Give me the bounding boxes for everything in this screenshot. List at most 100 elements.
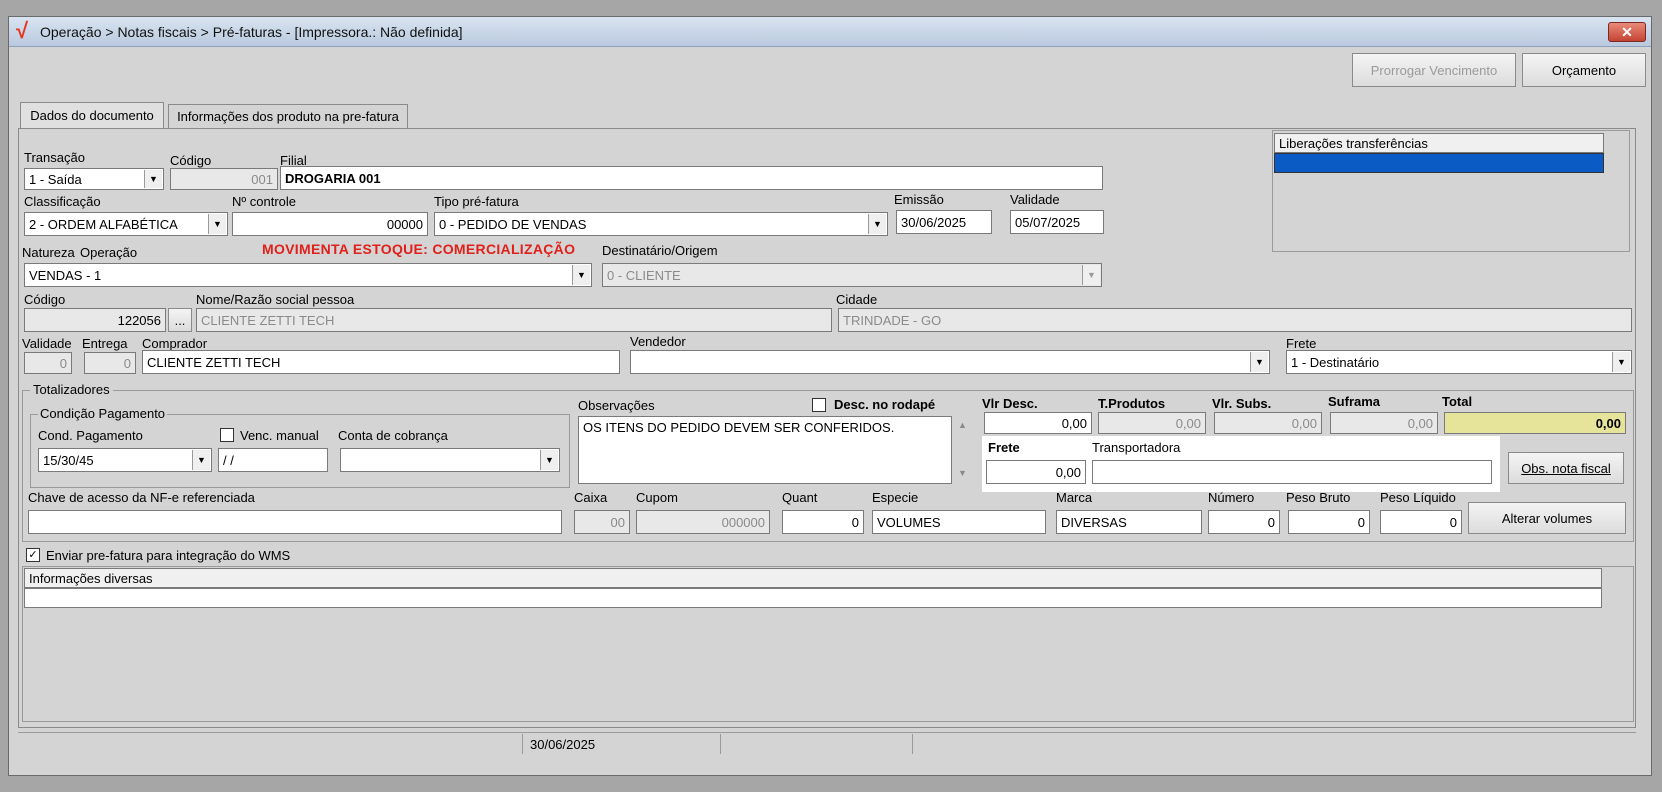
validade2-field[interactable]: 0	[24, 352, 72, 374]
chevron-down-icon: ▼	[868, 214, 886, 234]
liberacoes-header: Liberações transferências	[1274, 133, 1604, 153]
chevron-down-icon: ▼	[1250, 352, 1268, 372]
validade-field[interactable]: 05/07/2025	[1010, 210, 1104, 234]
status-divider-2	[912, 734, 913, 754]
comprador-label: Comprador	[142, 336, 208, 351]
chevron-down-icon: ▼	[1612, 352, 1630, 372]
transacao-select[interactable]: 1 - Saída ▼	[24, 168, 164, 190]
quant-field[interactable]: 0	[782, 510, 864, 534]
nome-field[interactable]: CLIENTE ZETTI TECH	[196, 308, 832, 332]
emissao-label: Emissão	[894, 192, 944, 207]
observacoes-textarea[interactable]: OS ITENS DO PEDIDO DEVEM SER CONFERIDOS.	[578, 416, 952, 484]
chave-acesso-field[interactable]	[28, 510, 562, 534]
vlr-desc-field[interactable]: 0,00	[984, 412, 1092, 434]
desc-rodape-label: Desc. no rodapé	[834, 397, 936, 412]
frete-tipo-select[interactable]: 1 - Destinatário ▼	[1286, 350, 1632, 374]
filial-field[interactable]: DROGARIA 001	[280, 166, 1103, 190]
especie-label: Especie	[872, 490, 919, 505]
scroll-up-icon[interactable]: ▲	[958, 420, 967, 430]
scroll-down-icon[interactable]: ▼	[958, 468, 967, 478]
cidade-field[interactable]: TRINDADE - GO	[838, 308, 1632, 332]
cond-pagamento-value: 15/30/45	[43, 452, 94, 468]
condicao-pagamento-title: Condição Pagamento	[38, 406, 168, 421]
peso-liquido-label: Peso Líquido	[1380, 490, 1456, 505]
transacao-value: 1 - Saída	[29, 171, 82, 187]
entrega-field[interactable]: 0	[84, 352, 136, 374]
frete-field[interactable]: 0,00	[986, 460, 1086, 484]
total-field[interactable]: 0,00	[1444, 412, 1626, 434]
caixa-label: Caixa	[574, 490, 608, 505]
transportadora-label: Transportadora	[1092, 440, 1181, 455]
chevron-down-icon: ▼	[208, 214, 226, 234]
n-controle-field[interactable]: 00000	[232, 212, 428, 236]
status-bar	[18, 732, 1636, 756]
frete-tipo-label: Frete	[1286, 336, 1317, 351]
tab-dados-documento[interactable]: Dados do documento	[20, 102, 164, 128]
liberacoes-selected-row[interactable]	[1274, 153, 1604, 173]
cupom-field[interactable]: 000000	[636, 510, 770, 534]
venc-manual-field[interactable]: / /	[218, 448, 328, 472]
prorrogar-vencimento-button[interactable]: Prorrogar Vencimento	[1352, 53, 1516, 87]
vlr-subs-label: Vlr. Subs.	[1212, 396, 1272, 411]
movimenta-estoque-text: MOVIMENTA ESTOQUE: COMERCIALIZAÇÃO	[262, 241, 576, 257]
wms-checkbox[interactable]: ✓	[26, 548, 40, 562]
operacao-label: Operação	[80, 245, 138, 260]
venc-manual-checkbox[interactable]	[220, 428, 234, 442]
conta-cobranca-label: Conta de cobrança	[338, 428, 448, 443]
window-title: Operação > Notas fiscais > Pré-faturas -…	[40, 24, 463, 40]
close-button[interactable]: ✕	[1608, 22, 1646, 42]
chevron-down-icon: ▼	[1082, 265, 1100, 285]
conta-cobranca-select[interactable]: ▼	[340, 448, 560, 472]
cidade-label: Cidade	[836, 292, 878, 307]
transportadora-field[interactable]	[1092, 460, 1492, 484]
classificacao-select[interactable]: 2 - ORDEM ALFABÉTICA ▼	[24, 212, 228, 236]
numero-field[interactable]: 0	[1208, 510, 1280, 534]
tab-informacoes-produtos[interactable]: Informações dos produto na pre-fatura	[168, 104, 408, 128]
tipo-prefatura-select[interactable]: 0 - PEDIDO DE VENDAS ▼	[434, 212, 888, 236]
vendedor-select[interactable]: ▼	[630, 350, 1270, 374]
chevron-down-icon: ▼	[144, 170, 162, 188]
pessoa-lookup-button[interactable]: ...	[168, 308, 192, 332]
marca-field[interactable]: DIVERSAS	[1056, 510, 1202, 534]
observacoes-label: Observações	[578, 398, 655, 413]
peso-liquido-field[interactable]: 0	[1380, 510, 1462, 534]
validade2-label: Validade	[22, 336, 72, 351]
natureza-label: Natureza	[22, 245, 75, 260]
destinatario-value: 0 - CLIENTE	[607, 267, 681, 283]
wms-label: Enviar pre-fatura para integração do WMS	[46, 548, 291, 563]
status-date: 30/06/2025	[530, 737, 596, 752]
vlr-subs-field[interactable]: 0,00	[1214, 412, 1322, 434]
transacao-label: Transação	[24, 150, 85, 165]
alterar-volumes-button[interactable]: Alterar volumes	[1468, 502, 1626, 534]
chevron-down-icon: ▼	[572, 265, 590, 285]
suframa-label: Suframa	[1328, 394, 1381, 409]
app-logo-icon: √	[16, 18, 29, 43]
nome-label: Nome/Razão social pessoa	[196, 292, 355, 307]
marca-label: Marca	[1056, 490, 1093, 505]
cond-pagamento-select[interactable]: 15/30/45 ▼	[38, 448, 212, 472]
obs-nota-fiscal-button[interactable]: Obs. nota fiscal	[1508, 452, 1624, 484]
cupom-label: Cupom	[636, 490, 678, 505]
desc-rodape-checkbox[interactable]	[812, 398, 826, 412]
vlr-desc-label: Vlr Desc.	[982, 396, 1038, 411]
especie-field[interactable]: VOLUMES	[872, 510, 1046, 534]
codigo-field[interactable]: 001	[170, 168, 278, 190]
t-produtos-label: T.Produtos	[1098, 396, 1166, 411]
comprador-field[interactable]: CLIENTE ZETTI TECH	[142, 350, 620, 374]
destinatario-select[interactable]: 0 - CLIENTE ▼	[602, 263, 1102, 287]
destinatario-label: Destinatário/Origem	[602, 243, 718, 258]
suframa-field[interactable]: 0,00	[1330, 412, 1438, 434]
pessoa-codigo-field[interactable]: 122056	[24, 308, 166, 332]
info-diversas-header: Informações diversas	[24, 568, 1602, 588]
chave-acesso-label: Chave de acesso da NF-e referenciada	[28, 490, 255, 505]
emissao-field[interactable]: 30/06/2025	[896, 210, 992, 234]
orcamento-button[interactable]: Orçamento	[1522, 53, 1646, 87]
chevron-down-icon: ▼	[540, 450, 558, 470]
info-diversas-row[interactable]	[24, 588, 1602, 608]
total-label: Total	[1442, 394, 1473, 409]
frete-label: Frete	[988, 440, 1020, 455]
caixa-field[interactable]: 00	[574, 510, 630, 534]
natureza-operacao-select[interactable]: VENDAS - 1 ▼	[24, 263, 592, 287]
peso-bruto-field[interactable]: 0	[1288, 510, 1370, 534]
t-produtos-field[interactable]: 0,00	[1098, 412, 1206, 434]
